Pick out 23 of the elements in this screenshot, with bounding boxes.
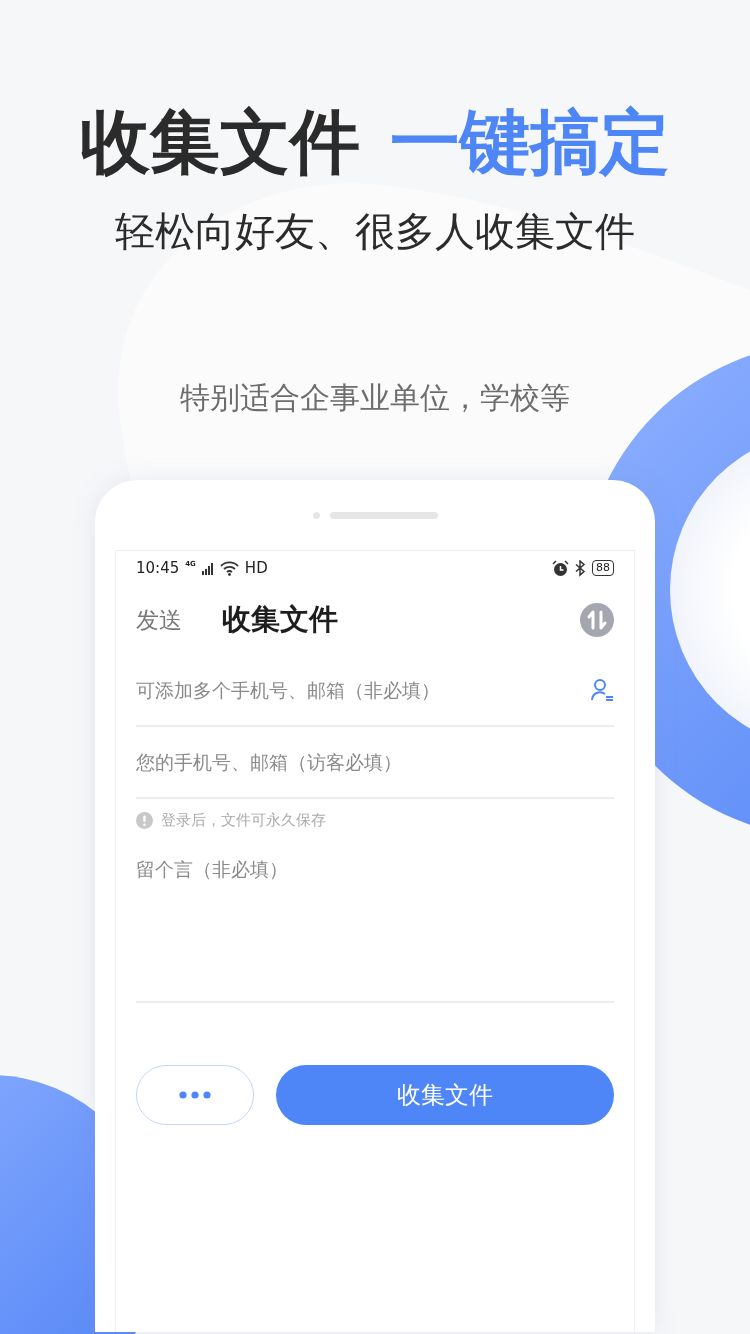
contacts-icon[interactable] <box>590 678 614 702</box>
subtitle: 轻松向好友、很多人收集文件 <box>115 207 635 256</box>
swap-icon[interactable] <box>580 603 614 637</box>
input-field[interactable]: 可添加多个手机号、邮箱（非必填） <box>136 679 590 701</box>
collect-button[interactable]: 收集文件 <box>276 1065 614 1125</box>
bluetooth-icon <box>575 559 586 577</box>
battery-level: 88 <box>592 560 614 576</box>
tab[interactable]: 发送 <box>136 604 182 636</box>
wifi-icon <box>219 560 239 576</box>
tab[interactable]: 收集文件 <box>222 600 338 640</box>
status-time: 10:45 <box>136 559 180 577</box>
hint-text: 登录后，文件可永久保存 <box>161 810 326 830</box>
input-field[interactable]: 您的手机号、邮箱（访客必填） <box>136 751 614 773</box>
alarm-icon <box>552 559 569 577</box>
headline-highlight: 一键搞定 <box>390 100 670 185</box>
headline: 收集文件 <box>80 100 360 185</box>
message-field[interactable]: 留个言（非必填） <box>136 857 614 977</box>
camera-dot <box>312 511 320 519</box>
more-icon <box>179 1091 211 1099</box>
warning-icon <box>136 811 153 829</box>
hd-label: HD <box>244 559 268 577</box>
tagline: 特别适合企事业单位，学校等 <box>180 379 570 417</box>
signal-icon <box>201 561 214 575</box>
